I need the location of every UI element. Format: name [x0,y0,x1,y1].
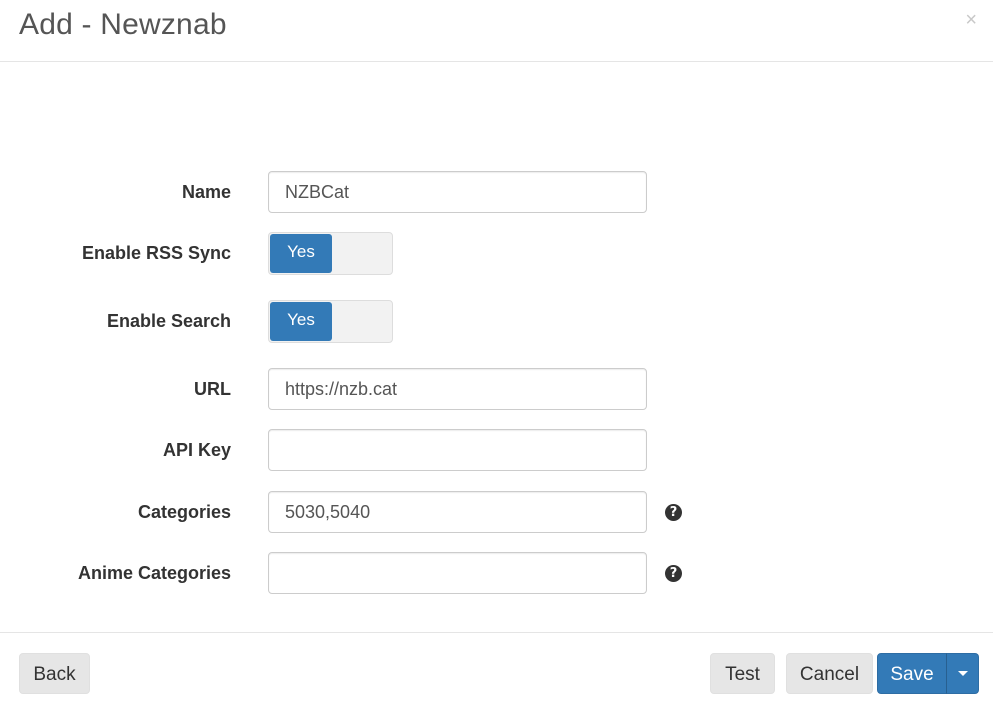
anime-categories-row: Anime Categories ? [0,552,993,595]
categories-label: Categories [137,502,231,522]
api-key-row: API Key [0,429,993,472]
anime-categories-input[interactable] [268,552,647,594]
save-button[interactable]: Save [877,653,947,694]
enable-rss-label: Enable RSS Sync [81,243,231,263]
enable-rss-toggle-yes: Yes [270,234,332,273]
save-dropdown-button[interactable] [946,653,979,694]
anime-categories-label: Anime Categories [77,563,231,583]
modal-header: Add - Newznab × [0,0,993,62]
caret-down-icon [957,671,968,677]
url-label: URL [194,379,231,399]
enable-rss-row: Enable RSS Sync Yes [0,232,993,275]
modal-footer: Back Test Cancel Save [0,632,993,702]
test-button[interactable]: Test [710,653,775,694]
categories-row: Categories ? [0,491,993,534]
enable-search-toggle-yes: Yes [270,302,332,341]
back-button[interactable]: Back [19,653,90,694]
enable-search-label: Enable Search [106,311,231,331]
enable-search-row: Enable Search Yes [0,300,993,343]
modal-title: Add - Newznab [19,8,227,41]
cancel-button[interactable]: Cancel [786,653,873,694]
categories-input[interactable] [268,491,647,533]
add-indexer-modal: Add - Newznab × Name Enable RSS Sync Yes… [0,0,993,702]
api-key-input[interactable] [268,429,647,471]
name-input[interactable] [268,171,647,213]
url-input[interactable] [268,368,647,410]
url-row: URL [0,368,993,411]
enable-search-toggle[interactable]: Yes [268,300,393,343]
question-circle-icon[interactable]: ? [665,565,682,582]
name-label: Name [181,182,231,202]
question-circle-icon[interactable]: ? [665,504,682,521]
close-icon[interactable]: × [965,8,977,32]
api-key-label: API Key [162,440,231,460]
name-row: Name [0,171,993,214]
enable-rss-toggle[interactable]: Yes [268,232,393,275]
